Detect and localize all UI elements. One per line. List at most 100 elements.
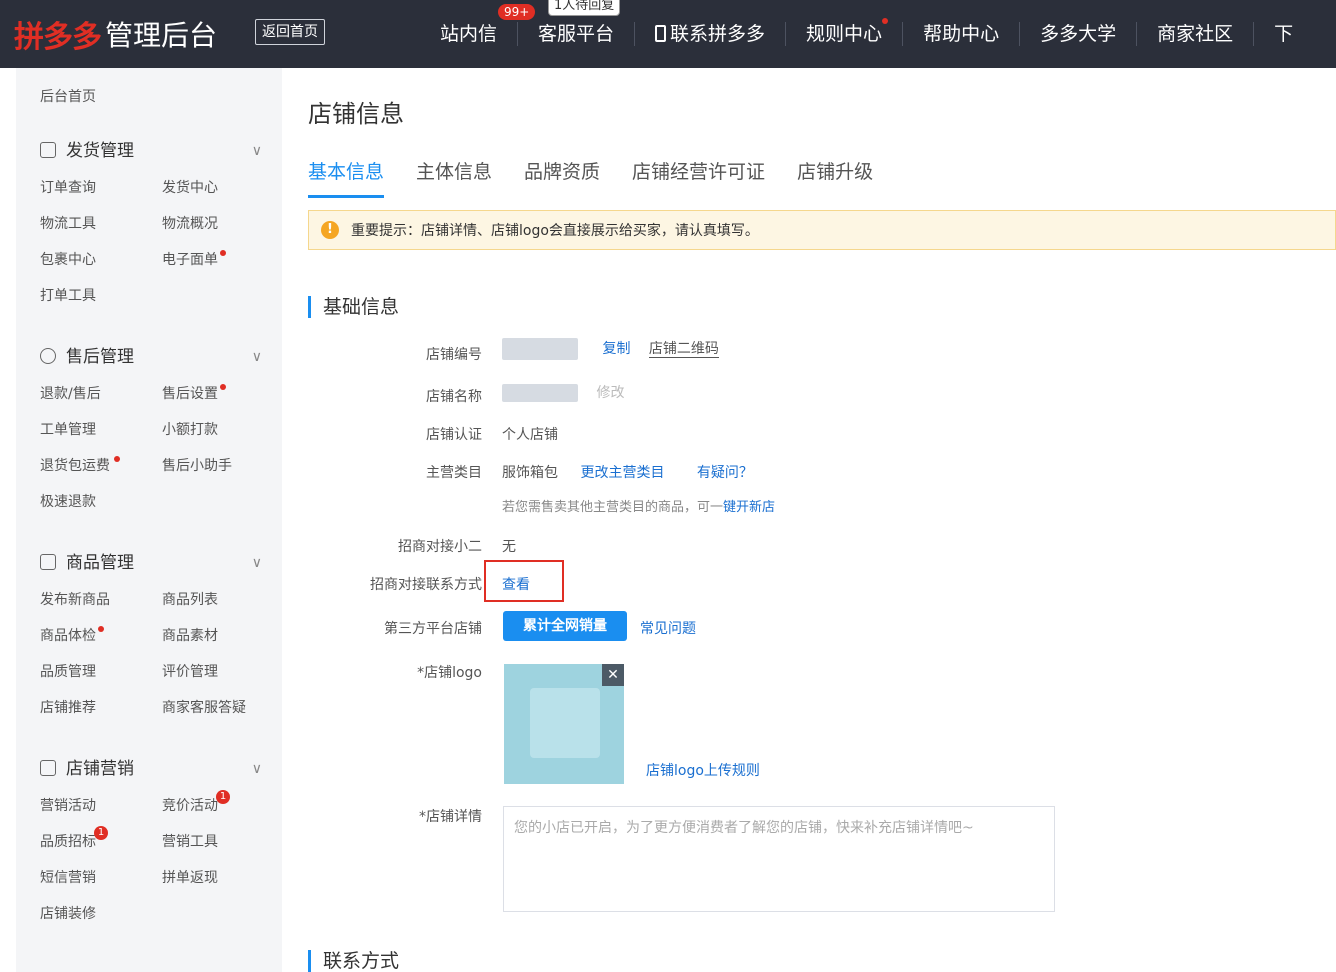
sidebar-group-shipping-header[interactable]: 发货管理 ∨ — [16, 136, 282, 166]
nav-merchant-community[interactable]: 商家社区 — [1137, 22, 1255, 46]
copy-link[interactable]: 复制 — [602, 341, 630, 357]
sidebar-item-print-tools[interactable]: 打单工具 — [40, 278, 162, 314]
sidebar-item-quality-management[interactable]: 品质管理 — [40, 654, 162, 690]
sidebar-item-label: 电子面单 — [162, 252, 218, 268]
nav-customer-service[interactable]: 客服平台 1人待回复 — [518, 0, 636, 46]
count-badge: 1 — [94, 826, 108, 840]
nav-inbox[interactable]: 站内信 99+ — [420, 4, 536, 46]
pending-reply-badge: 1人待回复 — [548, 0, 621, 16]
logo[interactable]: 拼多多 管理后台 — [14, 14, 217, 55]
shop-name-value: 修改 — [502, 382, 624, 402]
tab-business-license[interactable]: 店铺经营许可证 — [632, 158, 765, 198]
nav-contact-pdd[interactable]: 联系拼多多 — [635, 22, 787, 46]
total-sales-button[interactable]: 累计全网销量 — [503, 611, 627, 641]
sidebar-item-after-sales-assistant[interactable]: 售后小助手 — [162, 448, 284, 484]
nav-rules-center[interactable]: 规则中心 — [786, 18, 904, 46]
tab-shop-upgrade[interactable]: 店铺升级 — [797, 158, 873, 198]
chevron-down-icon: ∨ — [251, 761, 262, 777]
sidebar-item-quality-bidding[interactable]: 品质招标 1 — [40, 824, 162, 860]
tab-bar: 基本信息 主体信息 品牌资质 店铺经营许可证 店铺升级 — [308, 158, 905, 198]
nav-customer-service-label: 客服平台 — [538, 23, 615, 45]
nav-pdd-university-label: 多多大学 — [1040, 23, 1117, 45]
sidebar-group-goods-header[interactable]: 商品管理 ∨ — [16, 548, 282, 578]
sidebar-item-goods-list[interactable]: 商品列表 — [162, 582, 284, 618]
sidebar-item-order-query[interactable]: 订单查询 — [40, 170, 162, 206]
sidebar-item-e-waybill[interactable]: 电子面单 — [162, 242, 284, 278]
sidebar-item-marketing-activity[interactable]: 营销活动 — [40, 788, 162, 824]
close-icon[interactable]: ✕ — [602, 664, 624, 686]
sidebar-item-package-center[interactable]: 包裹中心 — [40, 242, 162, 278]
tab-basic-info[interactable]: 基本信息 — [308, 158, 385, 198]
shop-icon — [40, 760, 56, 776]
count-badge: 1 — [216, 790, 230, 804]
category-value-row: 服饰箱包 更改主营类目 有疑问？ — [502, 462, 753, 482]
logo-rule-link-label: 店铺logo上传规则 — [646, 763, 760, 779]
sidebar-item-marketing-tools[interactable]: 营销工具 — [162, 824, 284, 860]
sidebar-group-marketing-header[interactable]: 店铺营销 ∨ — [16, 754, 282, 784]
brand-name: 拼多多 — [14, 20, 102, 55]
sidebar-item-bidding-activity[interactable]: 竞价活动 1 — [162, 788, 284, 824]
category-hint: 若您需售卖其他主营类目的商品，可一键开新店 — [502, 496, 775, 515]
modify-link[interactable]: 修改 — [596, 385, 624, 401]
section-basic-info-title: 基础信息 — [308, 296, 399, 318]
sidebar-item-sms-marketing[interactable]: 短信营销 — [40, 860, 162, 896]
sidebar-item-logistics-overview[interactable]: 物流概况 — [162, 206, 284, 242]
nav-download[interactable]: 下 — [1254, 22, 1293, 46]
sidebar-item-shop-recommend[interactable]: 店铺推荐 — [40, 690, 162, 726]
group-title: 发货管理 — [66, 141, 134, 161]
sidebar-item-publish-goods[interactable]: 发布新商品 — [40, 582, 162, 618]
sidebar-item-return-shipping[interactable]: 退货包运费 — [40, 448, 162, 484]
faq-link-label: 常见问题 — [640, 621, 696, 637]
chevron-down-icon: ∨ — [251, 143, 262, 159]
sidebar-group-goods: 商品管理 ∨ 发布新商品 商品列表 商品体检 商品素材 品质管理 评价管理 店铺… — [16, 548, 282, 726]
tab-entity-info[interactable]: 主体信息 — [416, 158, 492, 198]
sidebar-item-goods-materials[interactable]: 商品素材 — [162, 618, 284, 654]
open-new-shop-link[interactable]: 键开新店 — [723, 500, 775, 515]
shop-cert-value: 个人店铺 — [502, 427, 558, 443]
sidebar-item-small-payment[interactable]: 小额打款 — [162, 412, 284, 448]
sidebar-item-label: 品质招标 — [40, 834, 96, 850]
category-value: 服饰箱包 — [502, 465, 558, 481]
sidebar-item-shop-decoration[interactable]: 店铺装修 — [40, 896, 162, 932]
sidebar-item-tickets[interactable]: 工单管理 — [40, 412, 162, 448]
group-title: 商品管理 — [66, 553, 134, 573]
sidebar-item-group-cashback[interactable]: 拼单返现 — [162, 860, 284, 896]
sidebar-item-shipping-center[interactable]: 发货中心 — [162, 170, 284, 206]
section-contact-title: 联系方式 — [308, 950, 399, 972]
sidebar-item-home[interactable]: 后台首页 — [40, 86, 96, 106]
nav-help-center[interactable]: 帮助中心 — [903, 22, 1021, 46]
sidebar-item-goods-check[interactable]: 商品体检 — [40, 618, 162, 654]
tab-brand-qualification[interactable]: 品牌资质 — [524, 158, 600, 198]
sidebar-item-refunds[interactable]: 退款/售后 — [40, 376, 162, 412]
shop-id-label: 店铺编号 — [426, 347, 482, 363]
view-contact-link-label: 查看 — [502, 577, 530, 593]
sidebar-item-after-sales-settings[interactable]: 售后设置 — [162, 376, 284, 412]
notification-dot — [220, 384, 226, 390]
logo-rule-link[interactable]: 店铺logo上传规则 — [646, 760, 760, 780]
logo-image-blurred — [530, 688, 600, 758]
sidebar-item-logistics-tools[interactable]: 物流工具 — [40, 206, 162, 242]
nav-pdd-university[interactable]: 多多大学 — [1020, 22, 1138, 46]
view-contact-link[interactable]: 查看 — [502, 574, 530, 594]
shop-qrcode-link[interactable]: 店铺二维码 — [648, 341, 719, 358]
sidebar-group-shipping: 发货管理 ∨ 订单查询 发货中心 物流工具 物流概况 包裹中心 电子面单 打单工… — [16, 136, 282, 314]
sidebar-item-merchant-qa[interactable]: 商家客服答疑 — [162, 690, 284, 726]
question-link[interactable]: 有疑问？ — [697, 465, 753, 481]
nav-inbox-label: 站内信 — [440, 23, 498, 45]
sidebar-item-fast-refund[interactable]: 极速退款 — [40, 484, 162, 520]
top-nav: 站内信 99+ 客服平台 1人待回复 联系拼多多 规则中心 帮助中心 多多大学 … — [420, 0, 1293, 68]
nav-contact-pdd-label: 联系拼多多 — [670, 23, 766, 45]
sidebar-group-after-sales-header[interactable]: 售后管理 ∨ — [16, 342, 282, 372]
shield-check-icon — [40, 348, 56, 364]
sidebar-item-review-management[interactable]: 评价管理 — [162, 654, 284, 690]
back-home-button[interactable]: 返回首页 — [255, 19, 325, 45]
faq-link[interactable]: 常见问题 — [640, 618, 696, 638]
shop-name-blurred — [502, 384, 578, 402]
document-icon — [40, 142, 56, 158]
shop-detail-textarea[interactable]: 您的小店已开启，为了更方便消费者了解您的店铺，快来补充店铺详情吧~ — [503, 806, 1055, 912]
category-label: 主营类目 — [426, 465, 482, 481]
sidebar-item-label: 售后设置 — [162, 386, 218, 402]
change-category-link[interactable]: 更改主营类目 — [580, 465, 664, 481]
contact-method-label: 招商对接联系方式 — [370, 577, 482, 593]
logo-upload-preview[interactable]: ✕ — [504, 664, 624, 784]
